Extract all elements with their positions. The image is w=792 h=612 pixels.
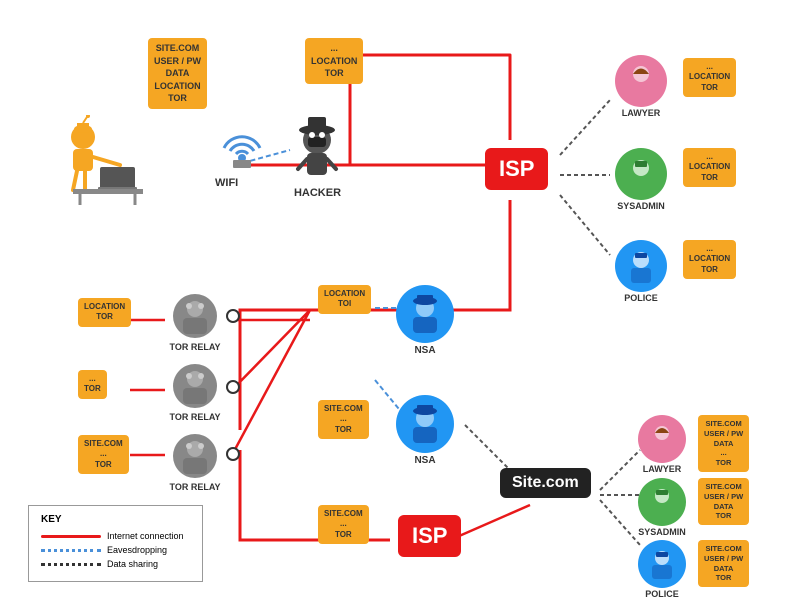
police-top-label: POLICE bbox=[615, 293, 667, 303]
police-bottom-info: SITE.COM USER / PW DATA TOR bbox=[698, 540, 749, 587]
isp-bottom-info: SITE.COM ... TOR bbox=[318, 505, 369, 544]
internet-connection-label: Internet connection bbox=[107, 531, 184, 541]
police-bottom-label: POLICE bbox=[638, 589, 686, 599]
relay2-dot bbox=[226, 380, 240, 394]
nsa1-label: NSA bbox=[414, 345, 435, 356]
lawyer-bottom-label: LAWYER bbox=[638, 464, 686, 474]
relay2-info: ... TOR bbox=[78, 370, 107, 399]
relay1-info: LOCATION TOR bbox=[78, 298, 131, 327]
nsa1-area: NSA bbox=[396, 285, 454, 356]
tor-relay-2-label: TOR RELAY bbox=[160, 412, 230, 422]
sysadmin-top-area: SYSADMIN bbox=[615, 148, 667, 211]
data-sharing-label: Data sharing bbox=[107, 559, 158, 569]
key-item-internet: Internet connection bbox=[41, 531, 190, 541]
isp2-box: ISP bbox=[398, 515, 461, 557]
internet-connection-line bbox=[41, 535, 101, 538]
diagram: { "title": "TOR Network Diagram", "infoB… bbox=[0, 0, 792, 612]
info-box-topmid: ... LOCATION TOR bbox=[305, 38, 363, 84]
hacker-area: HACKER bbox=[290, 115, 345, 197]
sysadmin-top-label: SYSADMIN bbox=[615, 201, 667, 211]
relay3-dot bbox=[226, 447, 240, 461]
police-top-area: POLICE bbox=[615, 240, 667, 303]
sysadmin-bottom-info: SITE.COM USER / PW DATA TOR bbox=[698, 478, 749, 525]
wifi-area: WIFI bbox=[215, 120, 270, 175]
person-at-computer bbox=[55, 115, 145, 210]
lawyer-top-info: ... LOCATION TOR bbox=[683, 58, 736, 97]
tor-relay-3-label: TOR RELAY bbox=[160, 482, 230, 492]
key-item-datasharing: Data sharing bbox=[41, 559, 190, 569]
eavesdropping-label: Eavesdropping bbox=[107, 545, 167, 555]
info-box-topleft: SITE.COM USER / PW DATA LOCATION TOR bbox=[148, 38, 207, 109]
lawyer-bottom-area: LAWYER bbox=[638, 415, 686, 474]
tor-relay-3: TOR RELAY bbox=[160, 432, 230, 492]
tor-relay-1-label: TOR RELAY bbox=[160, 342, 230, 352]
police-bottom-area: POLICE bbox=[638, 540, 686, 599]
police-top-info: ... LOCATION TOR bbox=[683, 240, 736, 279]
wifi-label: WIFI bbox=[215, 177, 238, 189]
sysadmin-bottom-label: SYSADMIN bbox=[638, 527, 686, 537]
lawyer-bottom-info: SITE.COM USER / PW DATA ... TOR bbox=[698, 415, 749, 472]
tor-relay-1: TOR RELAY bbox=[160, 292, 230, 352]
lawyer-top-label: LAWYER bbox=[615, 108, 667, 118]
sysadmin-top-info: ... LOCATION TOR bbox=[683, 148, 736, 187]
key-title: KEY bbox=[41, 514, 190, 525]
tor-relay-2: TOR RELAY bbox=[160, 362, 230, 422]
nsa2-label: NSA bbox=[414, 455, 435, 466]
data-sharing-line bbox=[41, 563, 101, 566]
relay3-info: SITE.COM ... TOR bbox=[78, 435, 129, 474]
nsa-bottom-info: SITE.COM ... TOR bbox=[318, 400, 369, 439]
nsa-top-info: LOCATION TOI bbox=[318, 285, 371, 314]
site-com-box: Site.com bbox=[500, 468, 591, 498]
eavesdropping-line bbox=[41, 549, 101, 552]
hacker-label: HACKER bbox=[290, 187, 345, 199]
lawyer-top-area: LAWYER bbox=[615, 55, 667, 118]
sysadmin-bottom-area: SYSADMIN bbox=[638, 478, 686, 537]
nsa2-area: NSA bbox=[396, 395, 454, 466]
key-item-eavesdropping: Eavesdropping bbox=[41, 545, 190, 555]
relay1-dot bbox=[226, 309, 240, 323]
isp1-box: ISP bbox=[485, 148, 548, 190]
key-box: KEY Internet connection Eavesdropping Da… bbox=[28, 505, 203, 582]
